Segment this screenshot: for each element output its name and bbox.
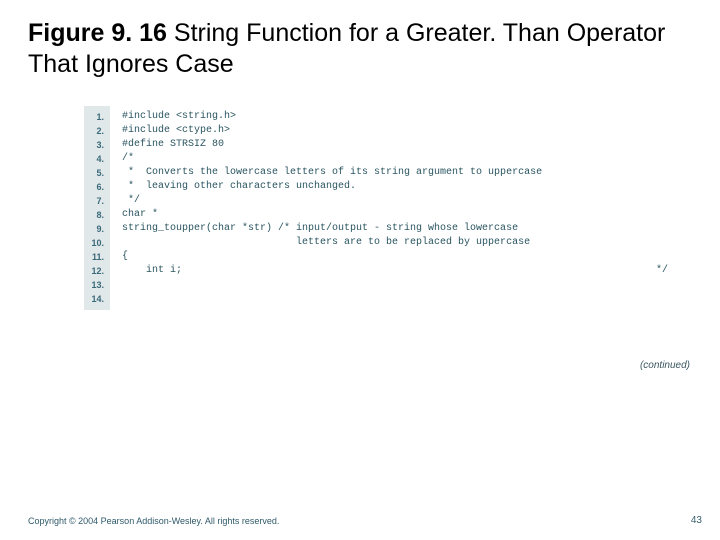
code-line: /*: [122, 152, 672, 166]
code-line: int i;: [122, 264, 672, 278]
page-number: 43: [691, 515, 702, 526]
copyright-text: Copyright © 2004 Pearson Addison-Wesley.…: [28, 516, 279, 526]
slide: Figure 9. 16 String Function for a Great…: [0, 0, 720, 540]
line-number: 7.: [90, 194, 104, 208]
code-block: 1. 2. 3. 4. 5. 6. 7. 8. 9. 10. 11. 12. 1…: [84, 106, 672, 310]
code-line: #include <string.h>: [122, 110, 672, 124]
code-line: #define STRSIZ 80: [122, 138, 672, 152]
continued-label: (continued): [640, 360, 690, 371]
figure-title: Figure 9. 16 String Function for a Great…: [28, 18, 692, 81]
line-number: 2.: [90, 124, 104, 138]
code-line: * leaving other characters unchanged.: [122, 180, 672, 194]
code-lines: #include <string.h> #include <ctype.h> #…: [112, 106, 672, 310]
comment-close: */: [656, 264, 668, 278]
line-number: 1.: [90, 110, 104, 124]
code-line: * Converts the lowercase letters of its …: [122, 166, 672, 180]
line-number: 10.: [90, 236, 104, 250]
line-number: 4.: [90, 152, 104, 166]
code-line: {: [122, 250, 672, 264]
line-number: 3.: [90, 138, 104, 152]
line-number: 13.: [90, 278, 104, 292]
code-line: letters are to be replaced by uppercase: [122, 236, 672, 250]
figure-number: Figure 9. 16: [28, 19, 167, 47]
code-line: string_toupper(char *str) /* input/outpu…: [122, 222, 672, 236]
line-number: 14.: [90, 292, 104, 306]
code-line: char *: [122, 208, 672, 222]
line-number: 5.: [90, 166, 104, 180]
line-number: 9.: [90, 222, 104, 236]
line-number: 6.: [90, 180, 104, 194]
code-line: */: [122, 194, 672, 208]
line-number-gutter: 1. 2. 3. 4. 5. 6. 7. 8. 9. 10. 11. 12. 1…: [84, 106, 112, 310]
footer: Copyright © 2004 Pearson Addison-Wesley.…: [28, 515, 702, 526]
line-number: 12.: [90, 264, 104, 278]
line-number: 8.: [90, 208, 104, 222]
code-line: #include <ctype.h>: [122, 124, 672, 138]
line-number: 11.: [90, 250, 104, 264]
